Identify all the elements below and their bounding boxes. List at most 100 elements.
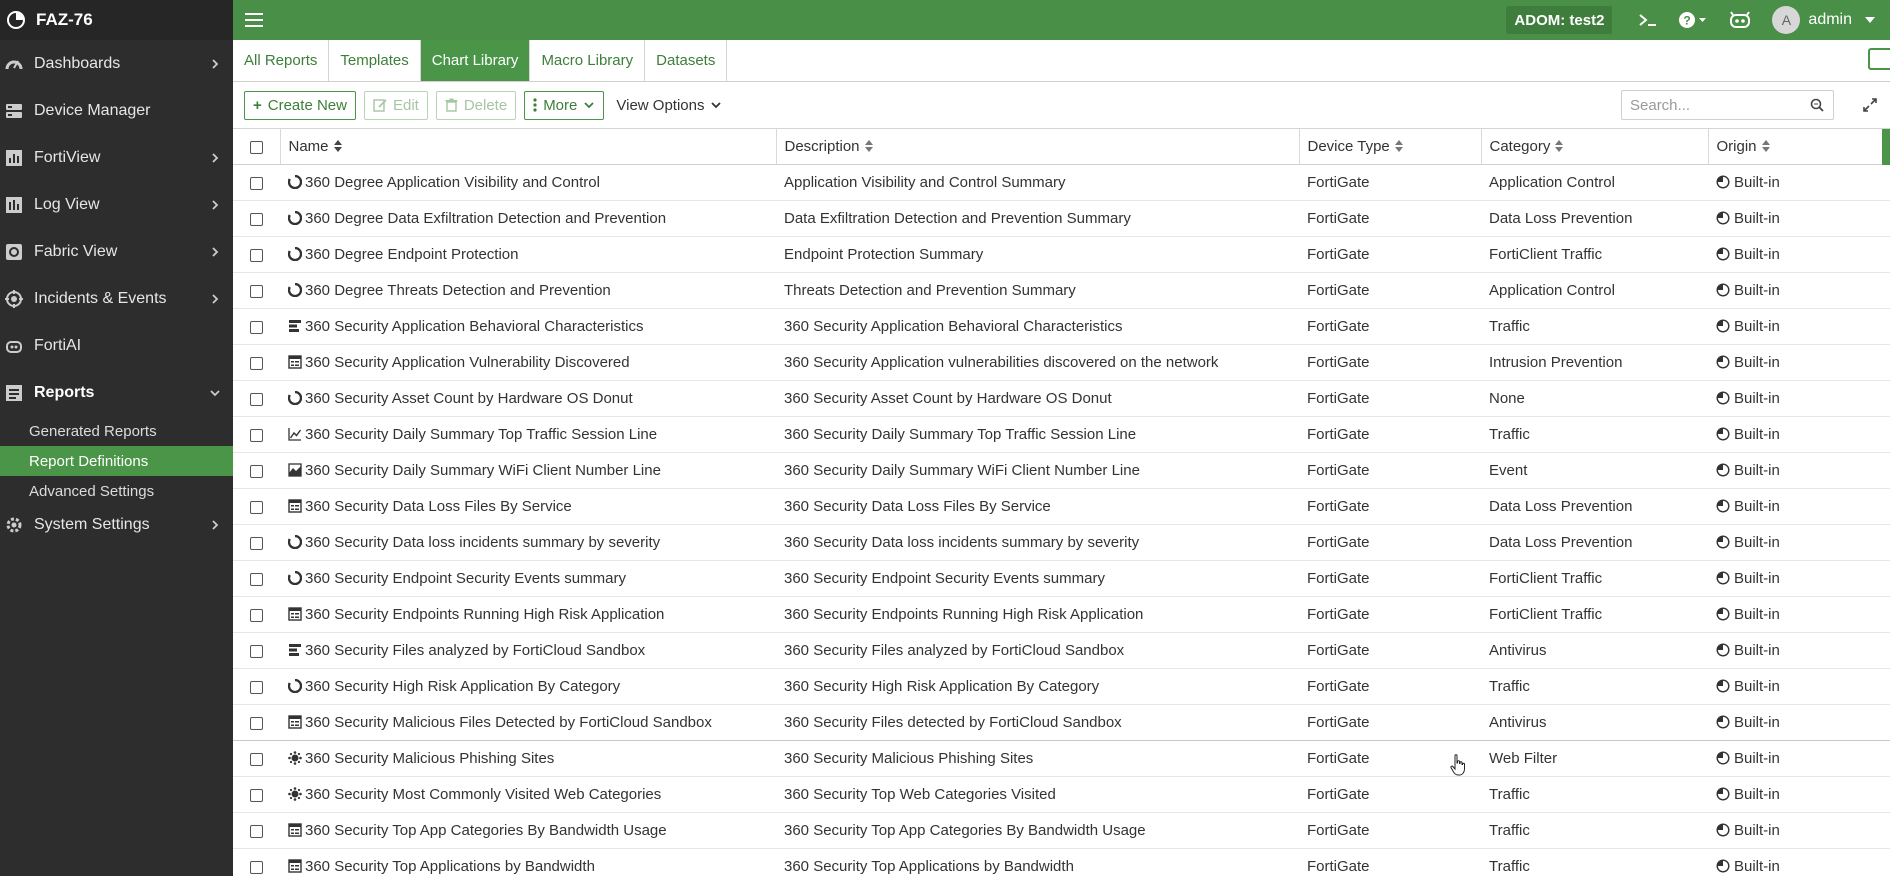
- cell-name[interactable]: 360 Security Top Applications by Bandwid…: [280, 848, 776, 876]
- table-row[interactable]: 360 Security Endpoints Running High Risk…: [233, 596, 1890, 633]
- table-row[interactable]: 360 Security Malicious Files Detected by…: [233, 704, 1890, 741]
- tab-macro-library[interactable]: Macro Library: [530, 40, 646, 81]
- row-checkbox[interactable]: [250, 644, 263, 658]
- delete-button[interactable]: Delete: [435, 90, 517, 120]
- search-icon[interactable]: [1809, 97, 1825, 113]
- table-row[interactable]: 360 Security Data Loss Files By Service 3…: [233, 488, 1890, 525]
- row-checkbox-cell[interactable]: [233, 272, 280, 309]
- table-row[interactable]: 360 Degree Endpoint Protection Endpoint P…: [233, 236, 1890, 273]
- table-row[interactable]: 360 Security Most Commonly Visited Web C…: [233, 776, 1890, 813]
- row-checkbox[interactable]: [250, 392, 263, 406]
- row-checkbox-cell[interactable]: [233, 704, 280, 741]
- fortiai-assistant-icon[interactable]: [1718, 0, 1762, 40]
- cell-name[interactable]: 360 Security Application Vulnerability D…: [280, 344, 776, 381]
- row-checkbox[interactable]: [250, 680, 263, 694]
- side-panel-toggle-icon[interactable]: [1868, 48, 1890, 70]
- row-checkbox[interactable]: [250, 572, 263, 586]
- table-row[interactable]: 360 Degree Data Exfiltration Detection a…: [233, 200, 1890, 237]
- cli-console-icon[interactable]: [1628, 0, 1668, 40]
- cell-name[interactable]: 360 Security High Risk Application By Ca…: [280, 668, 776, 705]
- column-header-category[interactable]: Category: [1481, 128, 1709, 165]
- sidebar-item-fortiai[interactable]: FortiAI: [0, 322, 233, 369]
- cell-name[interactable]: 360 Security Application Behavioral Char…: [280, 308, 776, 345]
- row-checkbox[interactable]: [250, 284, 263, 298]
- sidebar-item-system-settings[interactable]: System Settings: [0, 506, 233, 544]
- row-checkbox[interactable]: [250, 212, 263, 226]
- table-row[interactable]: 360 Degree Application Visibility and Co…: [233, 164, 1890, 201]
- sidebar-item-log-view[interactable]: Log View: [0, 181, 233, 228]
- adom-selector[interactable]: ADOM: test2: [1506, 6, 1613, 34]
- cell-name[interactable]: 360 Degree Endpoint Protection: [280, 236, 776, 273]
- column-header-name[interactable]: Name: [280, 128, 777, 165]
- cell-name[interactable]: 360 Security Endpoints Running High Risk…: [280, 596, 776, 633]
- table-row[interactable]: 360 Security High Risk Application By Ca…: [233, 668, 1890, 705]
- cell-name[interactable]: 360 Security Files analyzed by FortiClou…: [280, 632, 776, 669]
- row-checkbox-cell[interactable]: [233, 632, 280, 669]
- cell-name[interactable]: 360 Security Daily Summary WiFi Client N…: [280, 452, 776, 489]
- sidebar-subitem-generated-reports[interactable]: Generated Reports: [0, 416, 233, 446]
- brand[interactable]: FAZ-76: [0, 0, 233, 40]
- row-checkbox-cell[interactable]: [233, 668, 280, 705]
- row-checkbox[interactable]: [250, 608, 263, 622]
- table-row[interactable]: 360 Security Top Applications by Bandwid…: [233, 848, 1890, 876]
- row-checkbox-cell[interactable]: [233, 560, 280, 597]
- row-checkbox[interactable]: [250, 176, 263, 190]
- row-checkbox[interactable]: [250, 248, 263, 262]
- cell-name[interactable]: 360 Degree Threats Detection and Prevent…: [280, 272, 776, 309]
- row-checkbox-cell[interactable]: [233, 488, 280, 525]
- column-settings-handle[interactable]: [1881, 129, 1890, 165]
- sidebar-item-incidents-events[interactable]: Incidents & Events: [0, 275, 233, 322]
- user-menu[interactable]: A admin: [1762, 0, 1890, 40]
- row-checkbox[interactable]: [250, 860, 263, 874]
- row-checkbox-cell[interactable]: [233, 344, 280, 381]
- sidebar-item-fabric-view[interactable]: Fabric View: [0, 228, 233, 275]
- cell-name[interactable]: 360 Security Data loss incidents summary…: [280, 524, 776, 561]
- menu-toggle-icon[interactable]: [245, 13, 263, 27]
- cell-name[interactable]: 360 Degree Application Visibility and Co…: [280, 164, 776, 201]
- sidebar-subitem-report-definitions[interactable]: Report Definitions: [0, 446, 233, 476]
- row-checkbox-cell[interactable]: [233, 848, 280, 876]
- row-checkbox[interactable]: [250, 320, 263, 334]
- table-row[interactable]: 360 Security Endpoint Security Events su…: [233, 560, 1890, 597]
- row-checkbox-cell[interactable]: [233, 452, 280, 489]
- row-checkbox-cell[interactable]: [233, 236, 280, 273]
- cell-name[interactable]: 360 Security Data Loss Files By Service: [280, 488, 776, 525]
- cell-name[interactable]: 360 Security Malicious Files Detected by…: [280, 704, 776, 741]
- column-header-origin[interactable]: Origin: [1708, 128, 1890, 165]
- table-row[interactable]: 360 Degree Threats Detection and Prevent…: [233, 272, 1890, 309]
- column-header-description[interactable]: Description: [776, 128, 1300, 165]
- table-row[interactable]: 360 Security Asset Count by Hardware OS …: [233, 380, 1890, 417]
- sidebar-item-reports[interactable]: Reports: [0, 369, 233, 416]
- row-checkbox-cell[interactable]: [233, 416, 280, 453]
- row-checkbox-cell[interactable]: [233, 776, 280, 813]
- create-new-button[interactable]: + Create New: [244, 90, 356, 120]
- tab-chart-library[interactable]: Chart Library: [420, 40, 531, 81]
- table-row[interactable]: 360 Security Daily Summary WiFi Client N…: [233, 452, 1890, 489]
- row-checkbox[interactable]: [250, 356, 263, 370]
- search-input[interactable]: [1622, 92, 1809, 118]
- row-checkbox-cell[interactable]: [233, 380, 280, 417]
- cell-name[interactable]: 360 Security Endpoint Security Events su…: [280, 560, 776, 597]
- row-checkbox-cell[interactable]: [233, 596, 280, 633]
- tab-templates[interactable]: Templates: [329, 40, 421, 81]
- sidebar-item-dashboards[interactable]: Dashboards: [0, 40, 233, 87]
- edit-button[interactable]: Edit: [363, 90, 428, 120]
- row-checkbox-cell[interactable]: [233, 164, 280, 201]
- row-checkbox-cell[interactable]: [233, 740, 280, 777]
- cell-name[interactable]: 360 Security Malicious Phishing Sites: [280, 740, 776, 777]
- select-all-checkbox-cell[interactable]: [233, 128, 281, 165]
- row-checkbox-cell[interactable]: [233, 812, 280, 849]
- tab-all-reports[interactable]: All Reports: [233, 40, 330, 81]
- cell-name[interactable]: 360 Security Asset Count by Hardware OS …: [280, 380, 776, 417]
- table-row[interactable]: 360 Security Data loss incidents summary…: [233, 524, 1890, 561]
- cell-name[interactable]: 360 Degree Data Exfiltration Detection a…: [280, 200, 776, 237]
- table-row[interactable]: 360 Security Malicious Phishing Sites 360…: [233, 740, 1890, 777]
- column-header-device-type[interactable]: Device Type: [1299, 128, 1482, 165]
- cell-name[interactable]: 360 Security Daily Summary Top Traffic S…: [280, 416, 776, 453]
- row-checkbox[interactable]: [250, 536, 263, 550]
- row-checkbox[interactable]: [250, 788, 263, 802]
- cell-name[interactable]: 360 Security Most Commonly Visited Web C…: [280, 776, 776, 813]
- table-row[interactable]: 360 Security Top App Categories By Bandw…: [233, 812, 1890, 849]
- table-row[interactable]: 360 Security Application Behavioral Char…: [233, 308, 1890, 345]
- table-row[interactable]: 360 Security Files analyzed by FortiClou…: [233, 632, 1890, 669]
